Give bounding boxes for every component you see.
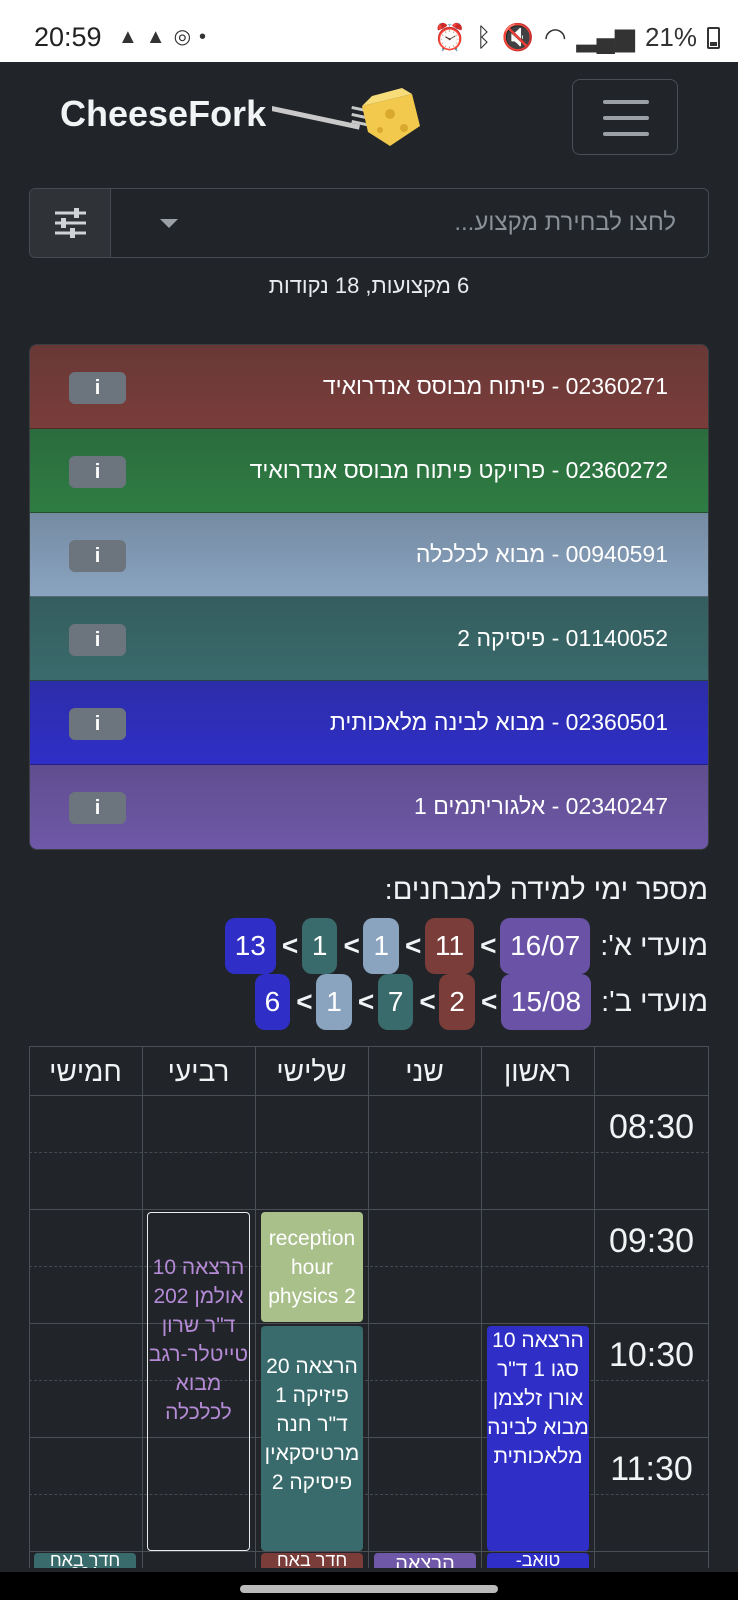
event-partial-sunday[interactable]: טואב-: [487, 1553, 589, 1568]
status-bar: 20:59 ▲▲◎• ⏰ ᛒ 🔇 ◠ ▂▄▆ 21%: [0, 0, 738, 62]
course-select[interactable]: לחצו לבחירת מקצוע...: [29, 188, 709, 258]
time-label: 11:30: [610, 1450, 693, 1488]
exam-days-chip: 7: [377, 974, 414, 1030]
chevron-down-icon[interactable]: [160, 219, 178, 228]
course-info-button[interactable]: i: [69, 540, 126, 572]
course-info-button[interactable]: i: [69, 624, 126, 656]
event-econ-lecture[interactable]: הרצאה 10 אולמן 202 ד"ר שרון טייטלר-רגב מ…: [147, 1212, 250, 1551]
day-header-monday: שני: [405, 1056, 444, 1087]
event-reception-hour[interactable]: reception hour physics 2: [261, 1212, 363, 1322]
event-partial-thursday[interactable]: חדר באח 201: [34, 1553, 136, 1568]
exam-days-chip: 1: [363, 918, 400, 974]
hamburger-icon-line: [603, 132, 649, 136]
exams-title: מספר ימי למידה למבחנים:: [384, 874, 708, 906]
course-list: 02360271 - פיתוח מבוסס אנדרואיד i 023602…: [29, 344, 709, 850]
exam-days-chip: 13: [224, 918, 276, 974]
day-header-tuesday: שלישי: [276, 1056, 347, 1087]
chevron-left-icon: <: [296, 986, 313, 1017]
notification-icon: ▲: [145, 26, 174, 48]
sliders-icon: [55, 208, 86, 238]
course-item[interactable]: 02340247 - אלגוריתמים 1 i: [30, 765, 708, 849]
exam-days-chip: 11: [425, 918, 475, 974]
chevron-left-icon: <: [480, 930, 497, 961]
dot-icon: •: [199, 26, 215, 48]
exam-days-chip: 2: [439, 974, 475, 1030]
moed-a-row: מועדי א': 16/07 <11 <1 <1 <13: [224, 918, 708, 974]
bluetooth-icon: ᛒ: [475, 22, 492, 52]
hamburger-icon: [603, 100, 649, 104]
time-label: 08:30: [608, 1108, 695, 1146]
course-label: 02340247 - אלגוריתמים 1: [414, 793, 668, 819]
course-info-button[interactable]: i: [69, 372, 126, 404]
event-physics-lecture[interactable]: הרצאה 20 פיזיקה 1 ד"ר חנה מרטיסקאין פיסי…: [261, 1326, 363, 1551]
wifi-icon: ◠: [543, 22, 567, 52]
mute-icon: 🔇: [501, 22, 534, 52]
course-info-button[interactable]: i: [69, 792, 126, 824]
notification-icons: ▲▲◎•: [118, 24, 214, 49]
event-partial-tuesday[interactable]: חדר באח: [261, 1553, 363, 1568]
hamburger-icon-line: [603, 116, 649, 120]
course-label: 02360501 - מבוא לבינה מלאכותית: [329, 709, 668, 735]
cheese-fork-logo: [272, 88, 420, 146]
exam-days-chip: 6: [254, 974, 291, 1030]
course-label: 02360272 - פרויקט פיתוח מבוסס אנדרואיד: [249, 457, 668, 483]
course-label: 02360271 - פיתוח מבוסס אנדרואיד: [322, 373, 668, 399]
filter-button[interactable]: [30, 189, 111, 257]
brand-name[interactable]: CheeseFork: [60, 93, 266, 135]
exam-date-chip: 16/07: [500, 918, 591, 974]
courses-summary: 6 מקצועות, 18 נקודות: [268, 273, 470, 298]
event-ai-lecture[interactable]: הרצאה 10 סגו 1 ד"ר אורן זלצמן מבוא לבינה…: [487, 1326, 589, 1551]
chevron-left-icon: <: [405, 930, 422, 961]
status-time: 20:59: [34, 22, 102, 52]
chevron-left-icon: <: [281, 930, 299, 961]
time-label: 10:30: [608, 1336, 695, 1374]
menu-toggle-button[interactable]: [572, 79, 678, 155]
exam-days-chip: 1: [316, 974, 352, 1030]
course-item[interactable]: 01140052 - פיסיקה 2 i: [30, 597, 708, 681]
course-item[interactable]: 02360501 - מבוא לבינה מלאכותית i: [30, 681, 708, 765]
signal-icon: ▂▄▆: [576, 22, 635, 52]
course-info-button[interactable]: i: [69, 708, 126, 740]
event-partial-monday[interactable]: הרצאה: [374, 1553, 476, 1568]
weekly-schedule: ראשון שני שלישי רביעי חמישי 08:30 09:30 …: [29, 1046, 709, 1568]
moed-a-label: מועדי א':: [600, 929, 708, 962]
course-label: 01140052 - פיסיקה 2: [457, 625, 668, 651]
chevron-left-icon: <: [419, 986, 436, 1017]
moed-b-row: מועדי ב': 15/08 <2 <7 <1 <6: [254, 974, 708, 1030]
time-label: 09:30: [608, 1222, 695, 1260]
search-placeholder[interactable]: לחצו לבחירת מקצוע...: [454, 209, 676, 237]
chevron-left-icon: <: [343, 930, 360, 961]
day-header-sunday: ראשון: [504, 1056, 571, 1087]
course-item[interactable]: 02360271 - פיתוח מבוסס אנדרואיד i: [30, 345, 708, 429]
course-info-button[interactable]: i: [69, 456, 126, 488]
whatsapp-icon: ◎: [173, 26, 200, 48]
day-header-wednesday: רביעי: [167, 1056, 230, 1087]
day-header-thursday: חמישי: [49, 1056, 122, 1087]
exam-date-chip: 15/08: [500, 974, 592, 1030]
alarm-icon: ⏰: [433, 22, 466, 52]
home-indicator[interactable]: [240, 1585, 498, 1593]
chevron-left-icon: <: [357, 986, 375, 1017]
status-right: ⏰ ᛒ 🔇 ◠ ▂▄▆ 21%: [433, 22, 720, 53]
course-item[interactable]: 00940591 - מבוא לכלכלה i: [30, 513, 708, 597]
course-item[interactable]: 02360272 - פרויקט פיתוח מבוסס אנדרואיד i: [30, 429, 708, 513]
battery-percent: 21%: [644, 22, 697, 52]
chevron-left-icon: <: [480, 986, 498, 1017]
notification-icon: ▲: [118, 26, 146, 48]
exam-days-chip: 1: [301, 918, 338, 974]
battery-icon: [707, 26, 720, 49]
moed-b-label: מועדי ב':: [601, 985, 708, 1018]
course-label: 00940591 - מבוא לכלכלה: [415, 541, 668, 567]
